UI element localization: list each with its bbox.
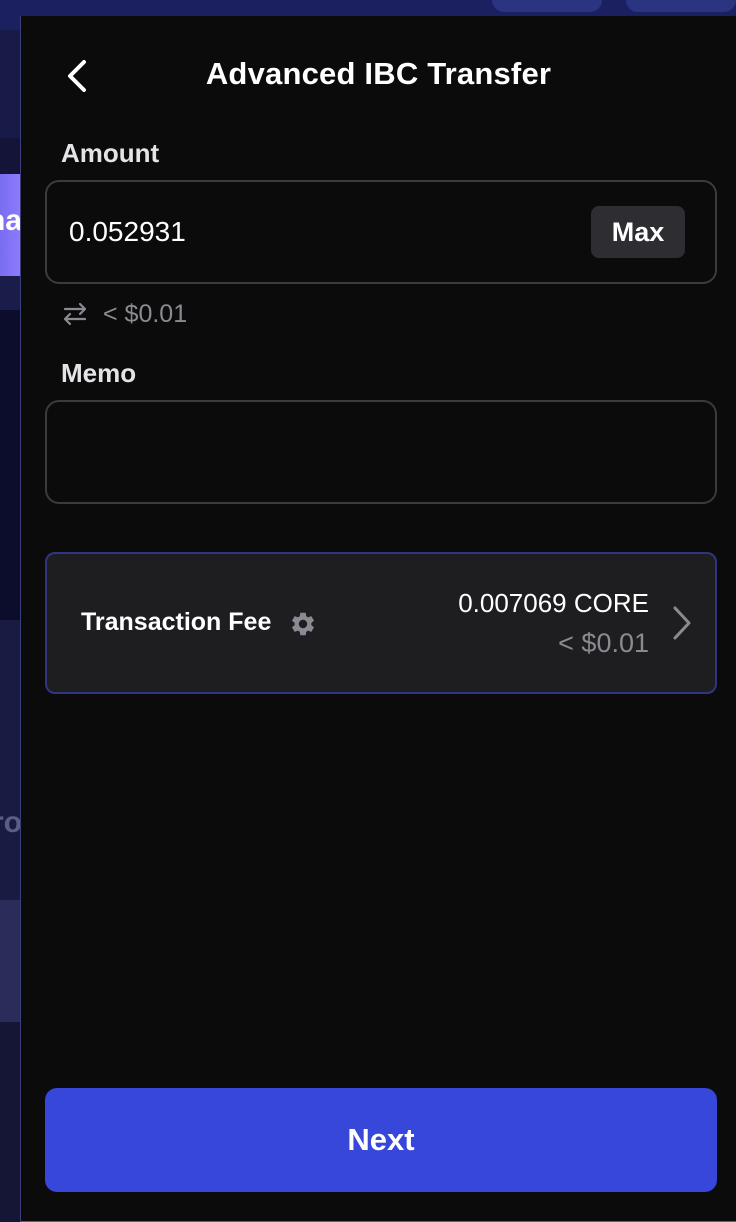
memo-label: Memo bbox=[61, 358, 137, 388]
toolbar-pill bbox=[626, 0, 736, 12]
ibc-transfer-popup: Advanced IBC Transfer Amount 0.052931 Ma… bbox=[20, 16, 736, 1222]
background-strip bbox=[0, 620, 22, 900]
amount-label: Amount bbox=[61, 138, 160, 168]
background-strip bbox=[0, 310, 22, 620]
background-strip bbox=[0, 30, 22, 138]
transaction-fee-card[interactable]: Transaction Fee 0.007069 CORE < $0.01 bbox=[45, 552, 717, 694]
background-strip bbox=[0, 276, 22, 310]
next-button[interactable]: Next bbox=[45, 1088, 717, 1192]
max-button[interactable]: Max bbox=[591, 206, 685, 258]
popup-header: Advanced IBC Transfer bbox=[21, 16, 736, 136]
fee-amount: 0.007069 CORE bbox=[458, 588, 649, 618]
chevron-right-icon bbox=[673, 606, 691, 640]
fiat-conversion-value: < $0.01 bbox=[103, 299, 188, 328]
background-partial-text: ro bbox=[0, 806, 22, 839]
swap-arrows-icon[interactable] bbox=[59, 298, 91, 330]
background-strip bbox=[0, 1022, 22, 1222]
toolbar-pill bbox=[492, 0, 602, 12]
background-partial-text: na bbox=[0, 204, 22, 237]
transaction-fee-label: Transaction Fee bbox=[81, 608, 272, 636]
page-title: Advanced IBC Transfer bbox=[205, 56, 552, 91]
amount-field[interactable]: 0.052931 Max bbox=[45, 180, 717, 284]
background-strip bbox=[0, 900, 22, 1022]
fiat-conversion-row: < $0.01 bbox=[59, 298, 187, 330]
browser-toolbar-edge bbox=[22, 0, 736, 16]
amount-value[interactable]: 0.052931 bbox=[69, 216, 186, 248]
memo-input[interactable] bbox=[69, 432, 693, 472]
memo-field[interactable] bbox=[45, 400, 717, 504]
background-strip bbox=[0, 138, 22, 174]
gear-icon[interactable] bbox=[289, 610, 317, 638]
background-strip bbox=[0, 0, 22, 30]
fee-fiat-value: < $0.01 bbox=[558, 628, 649, 658]
